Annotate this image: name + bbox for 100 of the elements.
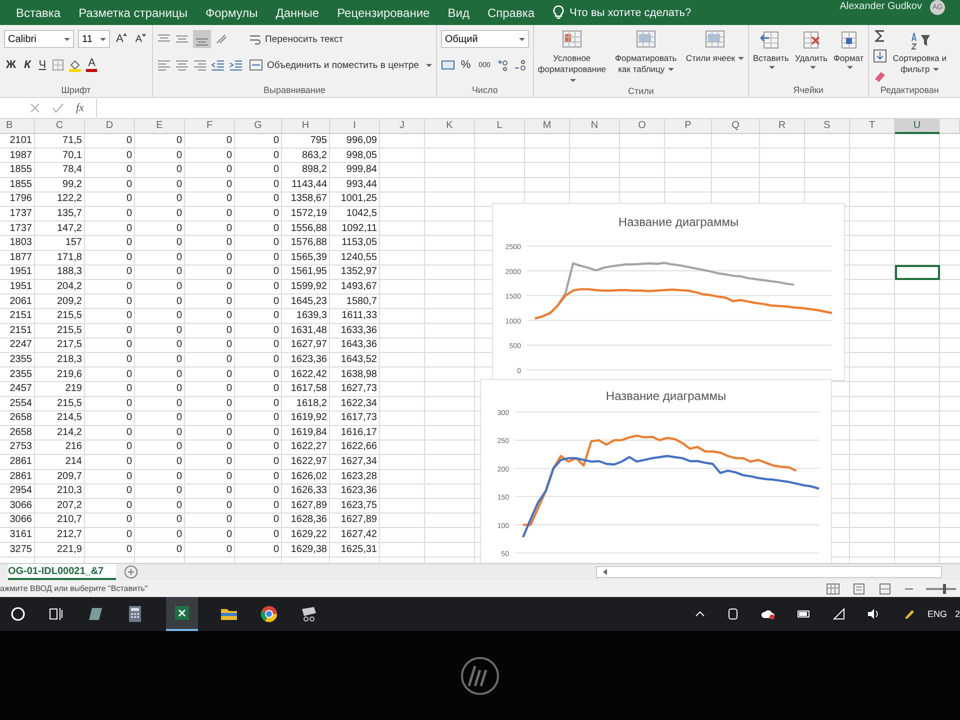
tray-icon[interactable] (727, 608, 740, 620)
ribbon-tab[interactable]: Вид (440, 4, 478, 22)
spreadsheet-app-icon[interactable] (166, 597, 198, 631)
underline-button[interactable]: Ч (36, 59, 48, 71)
styles-button[interactable]: Условное форматирование (538, 29, 606, 86)
clock[interactable]: 2 (954, 609, 960, 619)
number-format-dropdown[interactable]: Общий (440, 30, 529, 48)
styles-button[interactable]: Форматировать как таблицу (612, 29, 680, 75)
browser-icon[interactable] (260, 605, 278, 623)
column-header[interactable]: K (425, 119, 475, 134)
percent-button[interactable]: % (458, 59, 473, 71)
search-icon[interactable] (10, 606, 26, 622)
column-header[interactable]: O (620, 119, 665, 134)
normal-view-icon[interactable] (826, 582, 840, 594)
increase-indent-icon[interactable] (229, 59, 244, 71)
font-size-dropdown[interactable]: 11 (78, 30, 110, 48)
column-header[interactable]: D (85, 119, 135, 134)
align-left-icon[interactable] (157, 59, 172, 71)
column-header[interactable]: R (760, 119, 805, 134)
font-color-button[interactable]: A (86, 58, 98, 72)
font-name-dropdown[interactable]: Calibri (4, 30, 74, 48)
sheet-tab[interactable]: OG-01-IDL00021_&7 (8, 564, 116, 580)
tell-me-field[interactable]: Что вы хотите сделать? (570, 6, 692, 18)
sort-filter-button[interactable]: Сортировка и фильтр (892, 29, 947, 75)
column-header[interactable]: C (35, 119, 85, 134)
column-header[interactable]: G (235, 119, 282, 134)
column-header[interactable]: P (665, 119, 712, 134)
column-header[interactable]: M (525, 119, 570, 134)
align-right-icon[interactable] (193, 59, 208, 71)
insert-function-button[interactable]: fx (76, 102, 84, 114)
table-cell-text: 1092,11 (340, 222, 378, 236)
column-header[interactable]: H (282, 119, 330, 134)
ribbon-tab[interactable]: Разметка страницы (70, 4, 196, 22)
wrap-text-button[interactable]: Переносить текст (265, 34, 344, 44)
add-sheet-icon[interactable] (124, 565, 138, 579)
app-icon[interactable] (300, 605, 318, 623)
eraser-icon[interactable] (872, 69, 887, 83)
zoom-slider-thumb[interactable] (942, 584, 946, 594)
italic-button[interactable]: К (22, 59, 33, 71)
scroll-left-icon[interactable] (601, 568, 609, 576)
table-cell-text: 0 (125, 178, 133, 192)
increase-decimal-icon[interactable] (496, 59, 510, 71)
merge-center-button[interactable]: Объединить и поместить в центре (267, 60, 419, 70)
grow-font-button[interactable]: A (114, 33, 130, 45)
shrink-font-button[interactable]: A (133, 34, 148, 44)
column-header[interactable]: J (380, 119, 425, 134)
horizontal-scrollbar[interactable] (596, 566, 942, 578)
column-header[interactable]: I (330, 119, 380, 134)
align-bottom-icon[interactable] (193, 30, 212, 48)
ribbon-tab[interactable]: Рецензирование (329, 4, 438, 22)
battery-icon[interactable] (797, 609, 812, 619)
active-cell[interactable] (895, 265, 940, 280)
notebook-icon[interactable] (86, 605, 104, 623)
ribbon-tab[interactable]: Формулы (197, 4, 266, 22)
spreadsheet-grid[interactable] (0, 119, 960, 563)
decrease-indent-icon[interactable] (211, 59, 226, 71)
column-header[interactable]: B (0, 119, 35, 134)
currency-icon[interactable] (440, 59, 455, 71)
column-header[interactable]: U (895, 119, 940, 134)
table-cell-text: 0 (125, 352, 133, 367)
autosum-icon[interactable] (872, 29, 887, 43)
text-orientation-icon[interactable] (215, 33, 230, 45)
column-header[interactable]: E (135, 119, 185, 134)
table-cell-text: 0 (175, 294, 183, 309)
align-center-icon[interactable] (175, 59, 190, 71)
ribbon-tab[interactable]: Вставка (8, 4, 69, 22)
calculator-icon[interactable] (126, 605, 144, 623)
wifi-icon[interactable] (833, 608, 846, 620)
column-header[interactable]: L (475, 119, 525, 134)
ribbon-tab[interactable]: Справка (479, 4, 543, 22)
page-break-icon[interactable] (878, 582, 892, 594)
decrease-decimal-icon[interactable] (514, 59, 528, 71)
language-indicator[interactable]: ENG (927, 609, 947, 619)
cells-button[interactable]: Удалить (794, 29, 828, 69)
table-cell-text: 1626,02 (290, 470, 328, 484)
table-cell-text: 0 (225, 498, 233, 513)
table-cell-text: 0 (125, 470, 133, 484)
column-header[interactable]: S (805, 119, 850, 134)
column-header[interactable]: Q (712, 119, 760, 134)
column-header[interactable]: N (570, 119, 620, 134)
column-header[interactable]: F (185, 119, 235, 134)
fill-down-icon[interactable] (872, 49, 887, 63)
check-icon[interactable] (52, 103, 64, 113)
fill-color-icon[interactable] (68, 58, 82, 72)
column-header[interactable]: T (850, 119, 895, 134)
styles-button[interactable]: Стили ячеек (686, 29, 744, 64)
chevron-up-icon[interactable] (695, 609, 706, 619)
cells-button[interactable]: Формат (833, 29, 864, 69)
table-cell-text: 0 (225, 192, 233, 206)
pen-icon[interactable] (903, 608, 916, 620)
table-cell-text: 1796 (8, 192, 33, 206)
table-cell-text: 0 (272, 148, 280, 163)
task-view-icon[interactable] (48, 606, 64, 622)
page-layout-icon[interactable] (852, 582, 866, 594)
ribbon-tab[interactable]: Данные (268, 4, 328, 22)
cloud-icon[interactable] (761, 608, 776, 620)
table-cell-text: 1618,2 (295, 396, 328, 411)
cells-button[interactable]: Вставить (752, 29, 789, 69)
align-middle-icon[interactable] (175, 33, 190, 45)
bold-button[interactable]: Ж (4, 59, 18, 71)
